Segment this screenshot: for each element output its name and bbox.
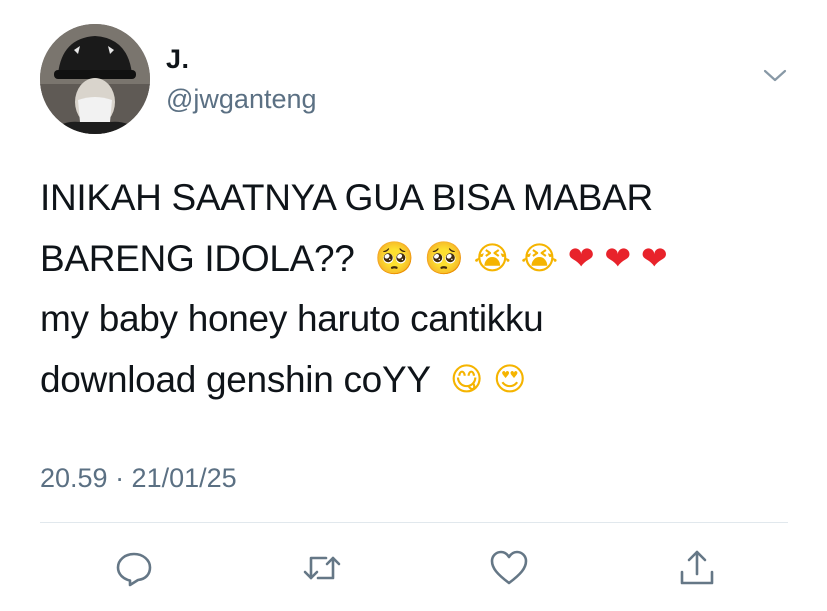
tweet-line: INIKAH SAATNYA GUA BISA MABAR — [40, 168, 800, 228]
tweet-line: BARENG IDOLA?? 🥺 🥺 😭 😭 ❤ ❤ ❤ — [40, 228, 800, 289]
reply-button[interactable] — [114, 548, 154, 588]
heart-icon — [490, 550, 528, 585]
red-heart-emoji: ❤ — [604, 239, 631, 277]
crying-face-emoji: 😭 — [473, 239, 511, 277]
tweet-line-text: INIKAH SAATNYA GUA BISA MABAR — [40, 177, 653, 218]
tweet-line: download genshin coYY 😋 😍 — [40, 349, 800, 410]
chevron-down-icon[interactable] — [762, 66, 788, 86]
yum-face-emoji: 😋 — [450, 360, 484, 398]
tweet-line-text: BARENG IDOLA?? — [40, 238, 355, 279]
retweet-icon — [303, 556, 341, 580]
tweet-text: INIKAH SAATNYA GUA BISA MABAR BARENG IDO… — [40, 168, 800, 410]
tweet-line-text: download genshin coYY — [40, 359, 431, 400]
crying-face-emoji: 😭 — [520, 239, 558, 277]
red-heart-emoji: ❤ — [567, 239, 595, 277]
like-button[interactable] — [489, 548, 529, 588]
pleading-face-emoji: 🥺 — [374, 239, 415, 277]
avatar[interactable] — [40, 24, 150, 134]
tweet-card: J. @jwganteng INIKAH SAATNYA GUA BISA MA… — [0, 0, 827, 611]
retweet-button[interactable] — [302, 548, 342, 588]
avatar-image — [40, 24, 150, 134]
red-heart-emoji: ❤ — [640, 239, 668, 277]
share-button[interactable] — [677, 548, 717, 588]
user-handle[interactable]: @jwganteng — [166, 84, 317, 115]
tweet-line: my baby honey haruto cantikku — [40, 289, 800, 349]
share-icon — [680, 550, 714, 585]
heart-eyes-emoji: 😍 — [493, 360, 527, 398]
display-name[interactable]: J. — [166, 44, 190, 75]
divider — [40, 522, 788, 523]
tweet-line-text: my baby honey haruto cantikku — [40, 298, 544, 339]
reply-icon — [116, 552, 152, 587]
timestamp[interactable]: 20.59 · 21/01/25 — [40, 463, 237, 494]
pleading-face-emoji: 🥺 — [424, 239, 464, 277]
